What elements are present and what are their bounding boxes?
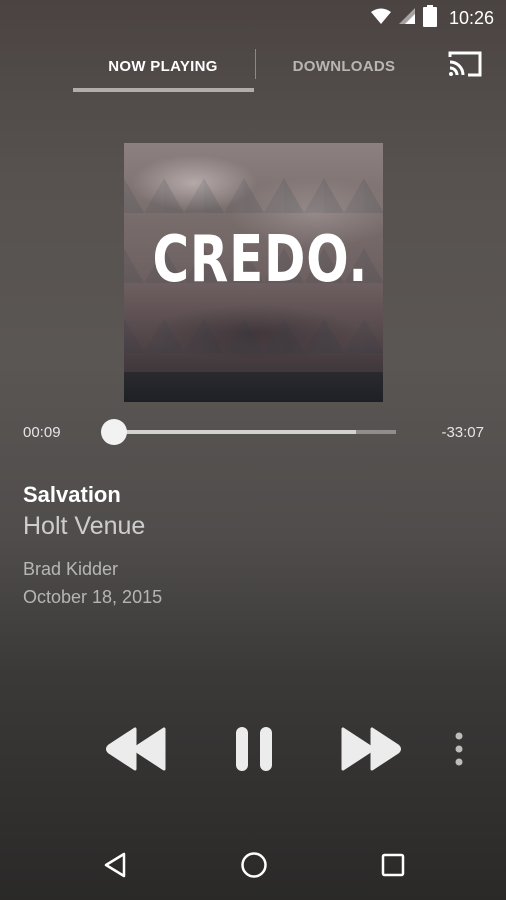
- track-title: Salvation: [23, 482, 121, 507]
- home-icon: [240, 851, 268, 884]
- pause-button[interactable]: [226, 725, 282, 777]
- fast-forward-button[interactable]: [338, 725, 404, 777]
- nav-recents-button[interactable]: [358, 834, 428, 900]
- album-art-horizon: [124, 372, 383, 402]
- rewind-icon: [105, 727, 167, 776]
- seek-bar[interactable]: [113, 430, 396, 434]
- remaining-time: -33:07: [441, 424, 484, 441]
- elapsed-time: 00:09: [23, 424, 61, 441]
- cast-button[interactable]: [444, 50, 486, 82]
- album-art: CREDO.: [124, 143, 383, 402]
- fast-forward-icon: [340, 727, 402, 776]
- rewind-button[interactable]: [104, 725, 168, 777]
- pause-icon: [232, 725, 276, 778]
- track-date: October 18, 2015: [23, 587, 163, 607]
- more-vert-icon: [455, 732, 463, 771]
- tab-downloads[interactable]: DOWNLOADS: [256, 36, 432, 96]
- back-icon: [103, 852, 127, 883]
- wifi-icon: [370, 8, 391, 29]
- status-bar: 10:26: [0, 0, 506, 36]
- seek-thumb[interactable]: [101, 419, 128, 445]
- cast-icon: [447, 50, 483, 83]
- tab-indicator: [73, 88, 254, 92]
- nav-home-button[interactable]: [219, 834, 289, 900]
- tab-bar: NOW PLAYING DOWNLOADS: [0, 36, 506, 96]
- album-art-title: CREDO.: [152, 223, 369, 297]
- battery-icon: [422, 4, 437, 32]
- nav-back-button[interactable]: [80, 834, 150, 900]
- system-nav-bar: [0, 834, 506, 900]
- track-speaker: Brad Kidder: [23, 559, 119, 579]
- more-options-button[interactable]: [446, 728, 472, 774]
- cellular-signal-icon: [398, 7, 415, 29]
- status-time: 10:26: [448, 7, 494, 28]
- tab-now-playing[interactable]: NOW PLAYING: [72, 36, 254, 96]
- seek-buffered: [113, 430, 357, 434]
- recents-icon: [381, 853, 405, 882]
- track-venue: Holt Venue: [23, 512, 146, 540]
